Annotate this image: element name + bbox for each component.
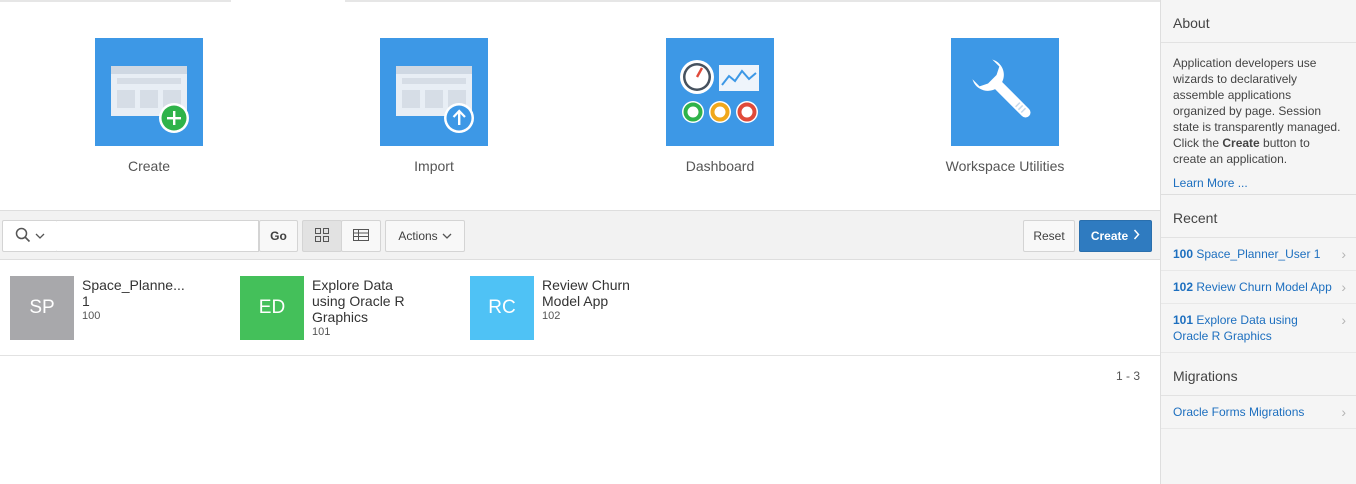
recent-app-name: Review Churn Model App	[1196, 280, 1332, 294]
application-card[interactable]: SP Space_Planne... 1 100	[10, 276, 230, 340]
workspace-utilities-tile-label: Workspace Utilities	[945, 158, 1065, 174]
actions-menu-button[interactable]: Actions	[385, 220, 465, 252]
create-button[interactable]: Create	[1079, 220, 1152, 252]
app-name-line: 1	[82, 293, 90, 309]
reset-button[interactable]: Reset	[1023, 220, 1075, 252]
app-name-line: Graphics	[312, 309, 369, 325]
go-button[interactable]: Go	[259, 220, 298, 252]
search-column-selector[interactable]	[2, 220, 58, 252]
recent-item[interactable]: 102 Review Churn Model App ›	[1161, 271, 1356, 304]
grid-view-icon	[314, 227, 330, 246]
recent-item[interactable]: 100 Space_Planner_User 1 ›	[1161, 238, 1356, 271]
actions-label: Actions	[398, 229, 438, 243]
app-name[interactable]: Space_Planne... 1 100	[82, 277, 212, 324]
migrations-item[interactable]: Oracle Forms Migrations ›	[1161, 396, 1356, 429]
app-name-line: using Oracle R	[312, 293, 405, 309]
recent-heading: Recent	[1161, 195, 1356, 238]
dashboard-tile-label: Dashboard	[685, 158, 755, 174]
about-region: Application developers use wizards to de…	[1161, 43, 1356, 195]
chevron-right-icon: ›	[1341, 404, 1346, 420]
app-name-line: Space_Planne...	[82, 277, 185, 293]
search-input[interactable]	[57, 220, 259, 252]
table-view-icon	[352, 228, 370, 245]
tile-row: Create Import Dashboard Workspace Utilit…	[0, 0, 1160, 210]
create-button-label: Create	[1090, 229, 1129, 243]
import-tile-label: Import	[414, 158, 454, 174]
migrations-heading: Migrations	[1161, 353, 1356, 396]
chevron-right-icon: ›	[1341, 312, 1346, 328]
recent-item[interactable]: 101 Explore Data using Oracle R Graphics…	[1161, 304, 1356, 353]
app-builder-page: Create Import Dashboard Workspace Utilit…	[0, 0, 1356, 484]
app-id: 101	[312, 326, 331, 338]
icon-view-button[interactable]	[302, 220, 342, 252]
application-list: SP Space_Planne... 1 100 ED Explore Data…	[0, 260, 1160, 356]
dashboard-icon	[666, 38, 774, 146]
app-name[interactable]: Review Churn Model App 102	[542, 277, 672, 324]
oracle-forms-migrations-link: Oracle Forms Migrations	[1173, 405, 1305, 419]
create-tile-label: Create	[127, 158, 171, 174]
chevron-down-icon	[35, 229, 45, 243]
wrench-icon	[951, 38, 1059, 146]
app-avatar: ED	[240, 276, 304, 340]
app-name-line: Explore Data	[312, 277, 393, 293]
search-icon	[15, 227, 31, 246]
app-avatar: SP	[10, 276, 74, 340]
app-name-line: Model App	[542, 293, 609, 309]
application-card[interactable]: ED Explore Data using Oracle R Graphics …	[240, 276, 460, 340]
learn-more-link[interactable]: Learn More ...	[1173, 175, 1346, 191]
about-heading: About	[1161, 0, 1356, 43]
import-icon	[380, 38, 488, 146]
pagination-range: 1 - 3	[1115, 369, 1140, 383]
recent-app-name: Space_Planner_User 1	[1196, 247, 1321, 261]
report-toolbar: Go Actions Reset Create	[0, 210, 1160, 260]
app-id: 102	[542, 310, 561, 322]
app-name[interactable]: Explore Data using Oracle R Graphics 101	[312, 277, 442, 340]
app-name-line: Review Churn	[542, 277, 630, 293]
create-icon	[95, 38, 203, 146]
recent-app-id: 101	[1173, 313, 1194, 327]
chevron-down-icon	[442, 229, 452, 243]
create-tile[interactable]: Create	[59, 38, 239, 174]
import-tile[interactable]: Import	[344, 38, 524, 174]
main-region: Create Import Dashboard Workspace Utilit…	[0, 0, 1160, 484]
right-sidebar: About Application developers use wizards…	[1160, 0, 1356, 484]
dashboard-tile[interactable]: Dashboard	[630, 38, 810, 174]
chevron-right-icon: ›	[1341, 246, 1346, 262]
about-create-emphasis: Create	[1222, 136, 1260, 150]
chevron-right-icon	[1133, 229, 1140, 243]
application-card[interactable]: RC Review Churn Model App 102	[470, 276, 690, 340]
app-avatar: RC	[470, 276, 534, 340]
recent-app-id: 102	[1173, 280, 1194, 294]
report-view-button[interactable]	[341, 220, 381, 252]
workspace-utilities-tile[interactable]: Workspace Utilities	[915, 38, 1095, 174]
recent-app-id: 100	[1173, 247, 1194, 261]
app-id: 100	[82, 310, 101, 322]
chevron-right-icon: ›	[1341, 279, 1346, 295]
